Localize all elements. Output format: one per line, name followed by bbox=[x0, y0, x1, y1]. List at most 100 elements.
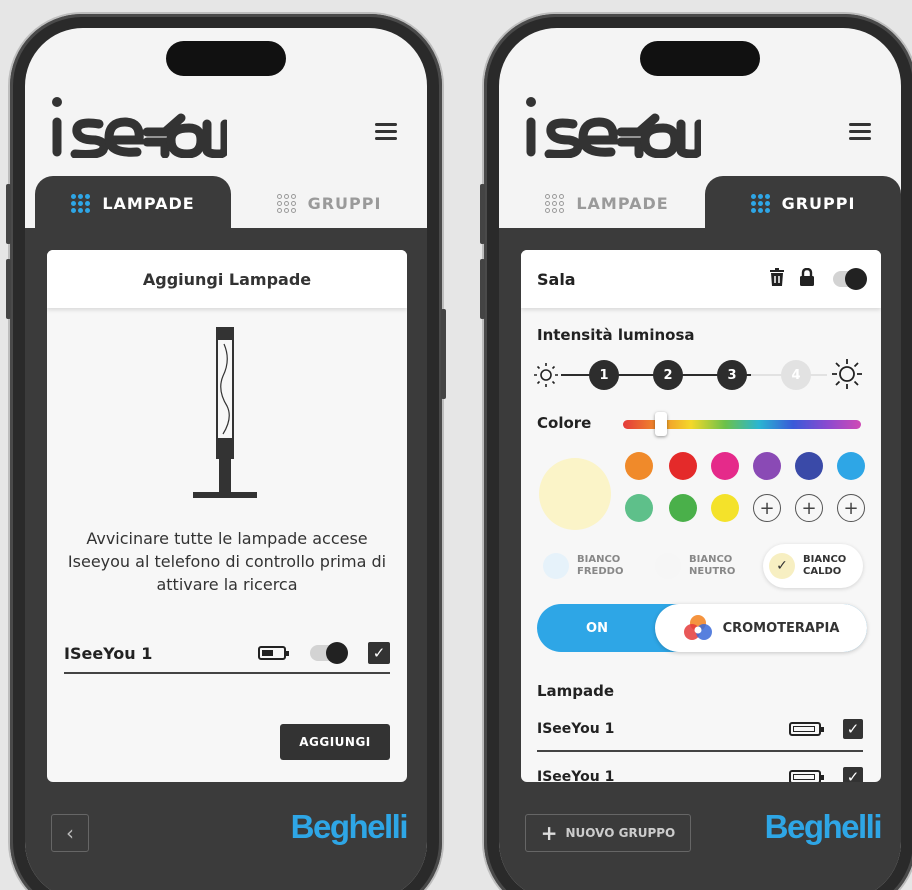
volume-button bbox=[480, 259, 485, 319]
color-swatch[interactable] bbox=[711, 494, 739, 522]
tab-label: LAMPADE bbox=[576, 193, 669, 213]
color-swatch[interactable] bbox=[795, 452, 823, 480]
white-label: BIANCO bbox=[577, 554, 621, 565]
group-header: Sala bbox=[521, 250, 881, 308]
lamp-name: ISeeYou 1 bbox=[537, 769, 615, 782]
phone-lampade: LAMPADE GRUPPI Aggiungi Lampade Avvicina… bbox=[6, 14, 446, 890]
battery-icon bbox=[258, 646, 289, 660]
group-name: Sala bbox=[537, 269, 576, 289]
volume-button bbox=[480, 184, 485, 244]
plus-icon: + bbox=[759, 497, 775, 519]
white-neutral-button[interactable]: BIANCO NEUTRO bbox=[649, 544, 749, 588]
camera-notch bbox=[166, 41, 286, 76]
check-icon: ✓ bbox=[769, 553, 795, 579]
white-label: NEUTRO bbox=[689, 566, 736, 577]
intensity-label: Intensità luminosa bbox=[537, 326, 695, 344]
lamp-row: ISeeYou 1 ✓ bbox=[537, 756, 863, 782]
new-group-label: NUOVO GRUPPO bbox=[565, 826, 676, 840]
white-label: CALDO bbox=[803, 566, 842, 577]
app-screen: LAMPADE GRUPPI Sala Intensità luminosa 1… bbox=[499, 28, 901, 890]
phone-gruppi: LAMPADE GRUPPI Sala Intensità luminosa 1… bbox=[480, 14, 912, 890]
color-swatch[interactable] bbox=[625, 494, 653, 522]
tab-label: GRUPPI bbox=[781, 193, 856, 213]
white-label: BIANCO bbox=[803, 554, 847, 565]
chromotherapy-label: CROMOTERAPIA bbox=[722, 620, 840, 636]
color-swatch[interactable] bbox=[669, 494, 697, 522]
tab-label: LAMPADE bbox=[102, 193, 195, 213]
lamp-illustration-icon bbox=[193, 327, 257, 498]
chromotherapy-button[interactable]: CROMOTERAPIA bbox=[655, 604, 867, 652]
add-lamps-card: Aggiungi Lampade Avvicinare tutte le lam… bbox=[47, 250, 407, 782]
white-warm-button[interactable]: ✓ BIANCO CALDO bbox=[763, 544, 863, 588]
beghelli-logo: Beghelli bbox=[764, 808, 883, 845]
mode-on-button[interactable]: ON bbox=[537, 604, 657, 652]
chromotherapy-icon bbox=[683, 615, 712, 640]
intensity-step-3[interactable]: 3 bbox=[717, 360, 747, 390]
lamp-name: ISeeYou 1 bbox=[537, 721, 615, 737]
color-label: Colore bbox=[537, 414, 592, 432]
groups-grid-icon bbox=[750, 193, 770, 213]
white-dot bbox=[543, 553, 569, 579]
add-button[interactable]: AGGIUNGI bbox=[280, 724, 390, 760]
selected-color-preview bbox=[539, 458, 611, 530]
battery-icon bbox=[789, 770, 824, 782]
tab-lampade[interactable]: LAMPADE bbox=[509, 176, 705, 230]
iseeyou-logo bbox=[526, 97, 701, 158]
menu-icon[interactable] bbox=[375, 123, 397, 140]
lamp-checkbox[interactable]: ✓ bbox=[843, 767, 863, 782]
color-swatch[interactable] bbox=[669, 452, 697, 480]
tab-lampade[interactable]: LAMPADE bbox=[35, 176, 231, 230]
lock-icon[interactable] bbox=[799, 267, 815, 291]
mode-switch[interactable]: ON CROMOTERAPIA bbox=[537, 604, 867, 652]
spectrum-slider-thumb[interactable] bbox=[655, 412, 667, 436]
beghelli-logo: Beghelli bbox=[290, 808, 409, 845]
plus-icon: + bbox=[801, 497, 817, 519]
add-color-button[interactable]: + bbox=[753, 494, 781, 522]
add-color-button[interactable]: + bbox=[795, 494, 823, 522]
iseeyou-logo bbox=[52, 97, 227, 158]
power-button bbox=[441, 309, 446, 399]
volume-button bbox=[6, 184, 11, 244]
lamps-label: Lampade bbox=[537, 682, 615, 700]
trash-icon[interactable] bbox=[769, 267, 785, 291]
white-presets: BIANCO FREDDO BIANCO NEUTRO ✓ BIANCO CALDO bbox=[537, 544, 867, 588]
back-button[interactable]: ‹ bbox=[51, 814, 89, 852]
lamp-checkbox[interactable]: ✓ bbox=[843, 719, 863, 739]
color-swatch[interactable] bbox=[753, 452, 781, 480]
new-group-button[interactable]: + NUOVO GRUPPO bbox=[525, 814, 691, 852]
white-cold-button[interactable]: BIANCO FREDDO bbox=[537, 544, 637, 588]
color-swatch[interactable] bbox=[711, 452, 739, 480]
tab-gruppi[interactable]: GRUPPI bbox=[705, 176, 901, 230]
plus-icon: + bbox=[843, 497, 859, 519]
white-label: FREDDO bbox=[577, 566, 624, 577]
lamp-row: ISeeYou 1 ✓ bbox=[537, 708, 863, 752]
instruction-text: Avvicinare tutte le lampade accese Iseey… bbox=[67, 529, 387, 594]
camera-notch bbox=[640, 41, 760, 76]
lamps-grid-icon bbox=[71, 193, 91, 213]
lamp-checkbox[interactable]: ✓ bbox=[368, 642, 390, 664]
lamp-name: ISeeYou 1 bbox=[64, 643, 153, 663]
tab-gruppi[interactable]: GRUPPI bbox=[231, 176, 427, 230]
lamp-row: ISeeYou 1 ✓ bbox=[64, 634, 390, 674]
lamp-toggle[interactable] bbox=[310, 642, 348, 664]
app-screen: LAMPADE GRUPPI Aggiungi Lampade Avvicina… bbox=[25, 28, 427, 890]
color-swatch[interactable] bbox=[837, 452, 865, 480]
battery-icon bbox=[789, 722, 824, 736]
intensity-step-4[interactable]: 4 bbox=[781, 360, 811, 390]
groups-grid-icon bbox=[276, 193, 296, 213]
tab-label: GRUPPI bbox=[307, 193, 382, 213]
group-toggle[interactable] bbox=[833, 268, 867, 290]
group-card: Sala Intensità luminosa 1 2 3 4 Colore +… bbox=[521, 250, 881, 782]
sun-low-icon bbox=[534, 363, 558, 387]
menu-icon[interactable] bbox=[849, 123, 871, 140]
intensity-stepper[interactable]: 1 2 3 4 bbox=[533, 358, 863, 392]
lamps-grid-icon bbox=[545, 193, 565, 213]
white-dot bbox=[655, 553, 681, 579]
intensity-step-2[interactable]: 2 bbox=[653, 360, 683, 390]
color-swatch[interactable] bbox=[625, 452, 653, 480]
plus-icon: + bbox=[540, 821, 558, 845]
sun-high-icon bbox=[832, 359, 862, 389]
add-color-button[interactable]: + bbox=[837, 494, 865, 522]
intensity-step-1[interactable]: 1 bbox=[589, 360, 619, 390]
volume-button bbox=[6, 259, 11, 319]
